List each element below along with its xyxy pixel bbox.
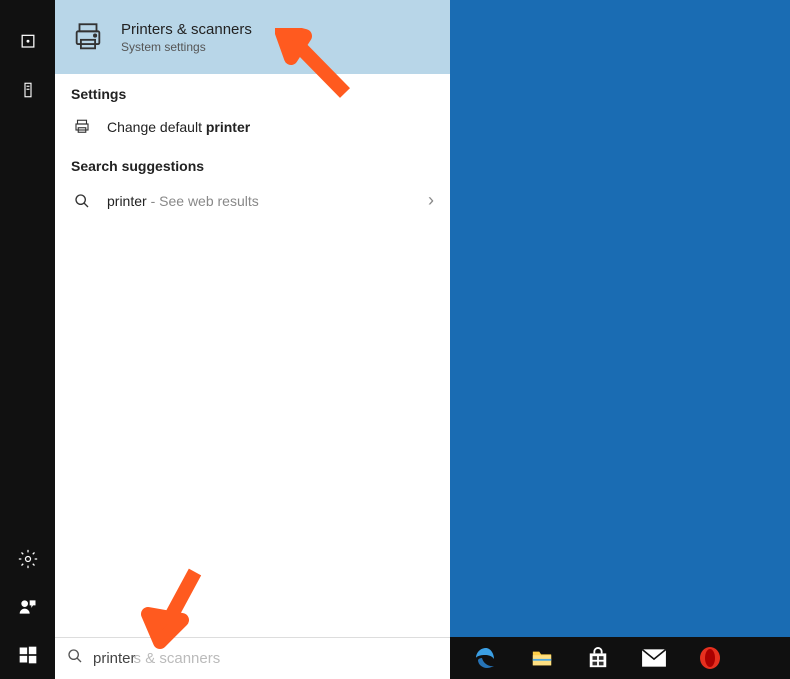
search-input[interactable] (93, 650, 438, 667)
search-results-panel: Printers & scanners System settings Sett… (55, 0, 450, 679)
results-empty-area (55, 221, 450, 637)
start-button[interactable] (0, 631, 55, 679)
search-suggestions-header: Search suggestions (55, 146, 450, 180)
store-icon[interactable] (584, 644, 612, 672)
best-match-result[interactable]: Printers & scanners System settings (55, 0, 450, 74)
mail-icon[interactable] (640, 644, 668, 672)
rail-server-icon[interactable] (0, 66, 55, 114)
chevron-right-icon: › (428, 190, 434, 211)
opera-icon[interactable] (696, 644, 724, 672)
result-text: Change default printer (107, 119, 434, 135)
search-icon (67, 648, 83, 669)
printer-small-icon (71, 118, 93, 136)
best-match-title: Printers & scanners (121, 21, 252, 38)
settings-gear-icon[interactable] (0, 535, 55, 583)
rail-laptop-icon[interactable] (0, 18, 55, 66)
web-search-suggestion[interactable]: printer - See web results › (55, 180, 450, 221)
search-icon (71, 193, 93, 209)
file-explorer-icon[interactable] (528, 644, 556, 672)
settings-section-header: Settings (55, 74, 450, 108)
desktop-background (450, 0, 790, 637)
printer-icon (69, 18, 107, 56)
cortana-left-rail (0, 0, 55, 679)
search-box[interactable]: printers & scanners (55, 637, 450, 679)
feedback-icon[interactable] (0, 583, 55, 631)
change-default-printer-result[interactable]: Change default printer (55, 108, 450, 146)
taskbar (450, 637, 790, 679)
best-match-subtitle: System settings (121, 40, 252, 54)
edge-icon[interactable] (472, 644, 500, 672)
suggestion-text: printer - See web results (107, 193, 428, 209)
